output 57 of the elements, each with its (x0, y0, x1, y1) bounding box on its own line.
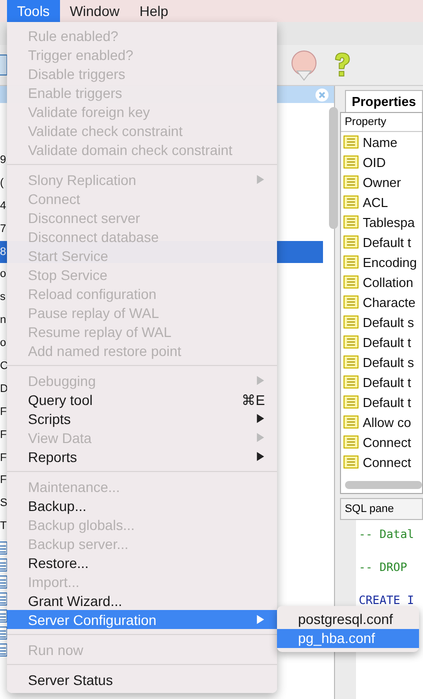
code-line: -- DROP (358, 559, 408, 576)
scrollbar[interactable] (329, 107, 338, 229)
property-icon (342, 175, 359, 189)
properties-tab[interactable]: Properties (344, 90, 423, 112)
property-name: Connect (362, 434, 412, 450)
property-name: Default t (362, 234, 412, 250)
property-name: Name (362, 134, 398, 150)
menu-item[interactable]: Restore... (7, 553, 277, 572)
property-name: Default s (362, 354, 414, 370)
property-icon (342, 215, 359, 229)
property-icon (342, 235, 359, 249)
property-icon (342, 355, 359, 369)
menu-item[interactable]: pg_hba.conf (277, 629, 419, 648)
menu-bar-item[interactable]: Window (60, 0, 130, 22)
menu-item[interactable]: Grant Wizard... (7, 591, 277, 610)
property-icon (342, 395, 359, 409)
property-icon (342, 275, 359, 289)
property-icon (342, 375, 359, 389)
property-name: Allow co (362, 414, 412, 430)
property-name: Encoding (362, 254, 417, 270)
property-icon (342, 255, 359, 269)
code-line: -- Datal (358, 526, 414, 543)
property-icon (342, 295, 359, 309)
property-name: OID (362, 154, 386, 170)
property-name: Default t (362, 394, 412, 410)
menu-item[interactable]: Backup... (7, 496, 277, 515)
property-icon (342, 135, 359, 149)
property-name: Default s (362, 314, 414, 330)
property-name: Default t (362, 374, 412, 390)
pane-header: SQL pane (340, 498, 423, 520)
menu-item[interactable]: postgresql.conf (277, 610, 419, 629)
property-icon (342, 315, 359, 329)
menu-bar-item[interactable]: Tools (7, 0, 60, 22)
property-icon (342, 455, 359, 469)
round-head-icon[interactable] (289, 49, 319, 81)
property-name: Collation (362, 274, 414, 290)
menu-item[interactable]: Server Status (7, 670, 277, 689)
property-icon (342, 435, 359, 449)
code-line: CREATE I (358, 592, 414, 609)
menu-bar-item[interactable]: Help (129, 0, 178, 22)
property-name: Owner (362, 174, 401, 190)
scrollbar[interactable] (344, 481, 422, 489)
menu-item[interactable]: Reports (7, 447, 277, 466)
property-icon (342, 415, 359, 429)
property-name: Connect (362, 454, 412, 470)
property-icon (342, 195, 359, 209)
menu-item[interactable]: Scripts (7, 409, 277, 428)
property-name: Default t (362, 334, 412, 350)
menu-item[interactable]: Server Configuration (7, 610, 277, 629)
property-name: Characte (362, 294, 416, 310)
property-name: ACL (362, 194, 388, 210)
close-icon[interactable] (314, 88, 329, 102)
property-name: Tablespa (362, 214, 415, 230)
column-header[interactable]: Property (340, 113, 422, 132)
property-icon (342, 335, 359, 349)
menu-item[interactable]: Query tool ⌘E (7, 390, 277, 409)
property-icon (342, 155, 359, 169)
